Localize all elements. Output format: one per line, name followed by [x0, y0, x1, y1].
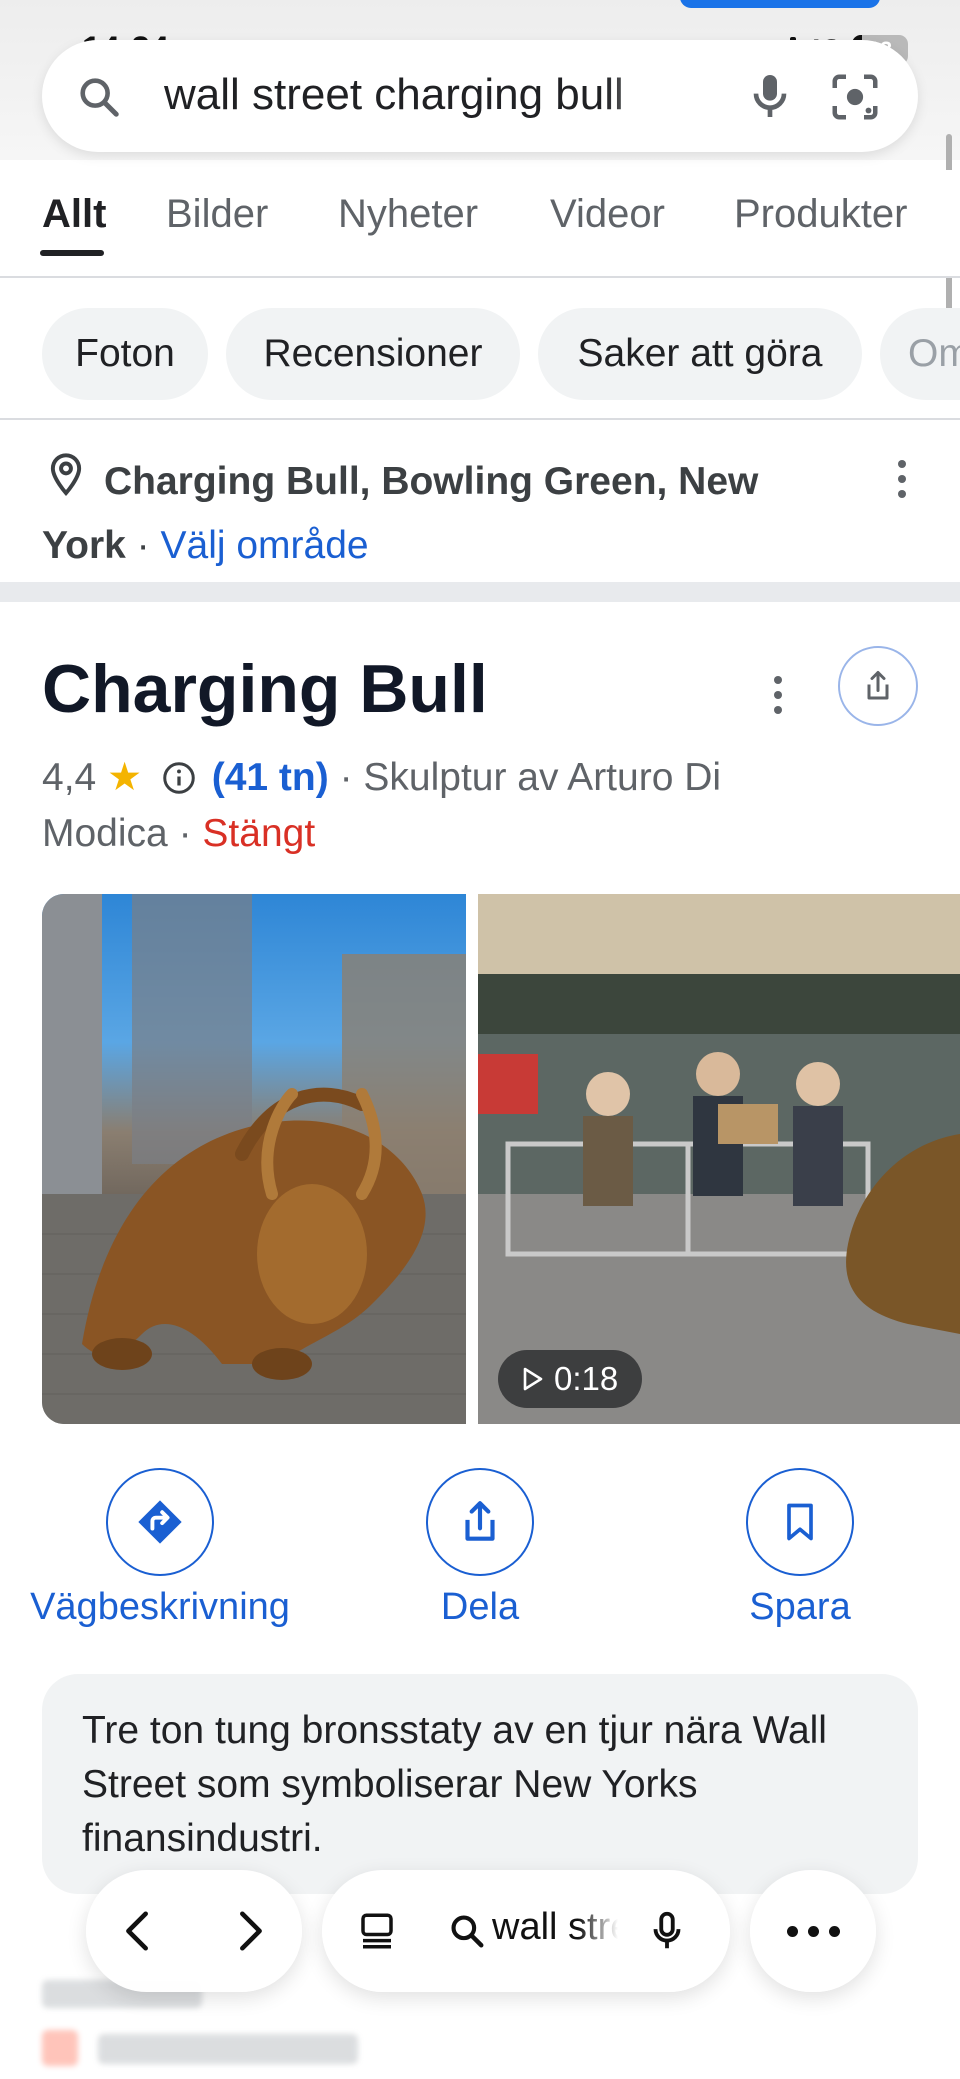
- search-bar[interactable]: wall street charging bull: [42, 40, 918, 152]
- entity-meta: 4,4 ★ (41 tn) · Skulptur av Arturo Di Mo…: [42, 750, 802, 862]
- search-tabs: Allt Bilder Nyheter Videor Produkter: [0, 170, 960, 278]
- directions-icon: [138, 1500, 182, 1544]
- location-separator: ·: [136, 524, 150, 567]
- open-status: Stängt: [202, 812, 316, 855]
- location-place: Charging Bull, Bowling Green, New York: [42, 460, 759, 567]
- mic-icon[interactable]: [742, 68, 798, 124]
- share-icon: [465, 1501, 495, 1541]
- bull-photo[interactable]: [42, 894, 466, 1424]
- bull-video-thumbnail[interactable]: 0:18: [478, 894, 960, 1424]
- description-text: Tre ton tung bronsstaty av en tjur nära …: [82, 1709, 827, 1860]
- save-button[interactable]: [746, 1468, 854, 1576]
- tabs-icon[interactable]: [356, 1910, 398, 1952]
- tab-allt[interactable]: Allt: [42, 192, 106, 237]
- chip-saker-att-gora[interactable]: Saker att göra: [538, 308, 862, 400]
- search-icon[interactable]: [76, 74, 122, 120]
- play-icon: [523, 1367, 543, 1391]
- chip-om[interactable]: Om: [880, 308, 960, 400]
- back-icon[interactable]: [118, 1908, 158, 1954]
- meta-separator-2: ·: [178, 812, 192, 855]
- search-input[interactable]: wall street charging bull: [164, 70, 694, 120]
- battery-level: 23: [867, 36, 893, 62]
- chip-foton[interactable]: Foton: [42, 308, 208, 400]
- video-duration-badge: 0:18: [498, 1350, 643, 1408]
- directions-label: Vägbeskrivning: [30, 1586, 290, 1628]
- entity-title: Charging Bull: [42, 651, 488, 727]
- tab-bilder[interactable]: Bilder: [166, 192, 268, 237]
- browser-url-bar[interactable]: wall street charging bull: [322, 1870, 730, 1992]
- directions-action[interactable]: Vägbeskrivning: [10, 1464, 310, 1644]
- more-dot: [807, 1925, 819, 1937]
- browser-mic-icon[interactable]: [644, 1906, 690, 1956]
- tab-nyheter[interactable]: Nyheter: [338, 192, 478, 237]
- tab-active-indicator: [40, 250, 104, 256]
- meta-separator: ·: [339, 756, 353, 799]
- location-row: Charging Bull, Bowling Green, New York ·…: [0, 422, 960, 582]
- section-divider: [0, 582, 960, 602]
- entity-share-button[interactable]: [838, 646, 918, 726]
- star-icon: ★: [107, 756, 143, 799]
- browser-url-text[interactable]: wall street charging bull: [492, 1906, 618, 1949]
- share-button[interactable]: [426, 1468, 534, 1576]
- save-action[interactable]: Spara: [650, 1464, 950, 1644]
- more-dot: [828, 1925, 840, 1937]
- share-action[interactable]: Dela: [330, 1464, 630, 1644]
- rating-value: 4,4: [42, 756, 97, 799]
- entity-more-icon[interactable]: [774, 676, 782, 714]
- browser-more-button[interactable]: [750, 1870, 876, 1992]
- tab-produkter[interactable]: Produkter: [734, 192, 907, 237]
- bull-photo-illustration: [42, 894, 466, 1424]
- video-duration: 0:18: [554, 1360, 619, 1397]
- filter-chips: Foton Recensioner Saker att göra Om: [0, 280, 960, 420]
- bookmark-icon: [787, 1503, 813, 1541]
- browser-header: 14:24 4G 23 wall street charging bull: [0, 0, 960, 160]
- reviews-link[interactable]: (41 tn): [212, 756, 329, 799]
- location-text: Charging Bull, Bowling Green, New York ·…: [42, 450, 842, 578]
- info-icon[interactable]: [161, 760, 197, 796]
- entity-category: Skulptur av Arturo Di Modica: [42, 756, 722, 855]
- chip-recensioner[interactable]: Recensioner: [226, 308, 520, 400]
- share-icon: [867, 671, 889, 700]
- more-dot: [786, 1925, 798, 1937]
- share-label: Dela: [440, 1586, 520, 1628]
- location-more-icon[interactable]: [898, 460, 906, 498]
- browser-nav-group: [86, 1870, 302, 1992]
- change-area-link[interactable]: Välj område: [161, 524, 369, 567]
- directions-button[interactable]: [106, 1468, 214, 1576]
- url-search-icon: [451, 1915, 484, 1948]
- description-card: Tre ton tung bronsstaty av en tjur nära …: [42, 1674, 918, 1894]
- save-label: Spara: [749, 1586, 851, 1628]
- crowd-photo-illustration: [478, 894, 960, 1424]
- lens-icon[interactable]: [828, 70, 882, 124]
- forward-icon[interactable]: [230, 1908, 270, 1954]
- header-accent: [680, 0, 880, 8]
- tab-videor[interactable]: Videor: [550, 192, 665, 237]
